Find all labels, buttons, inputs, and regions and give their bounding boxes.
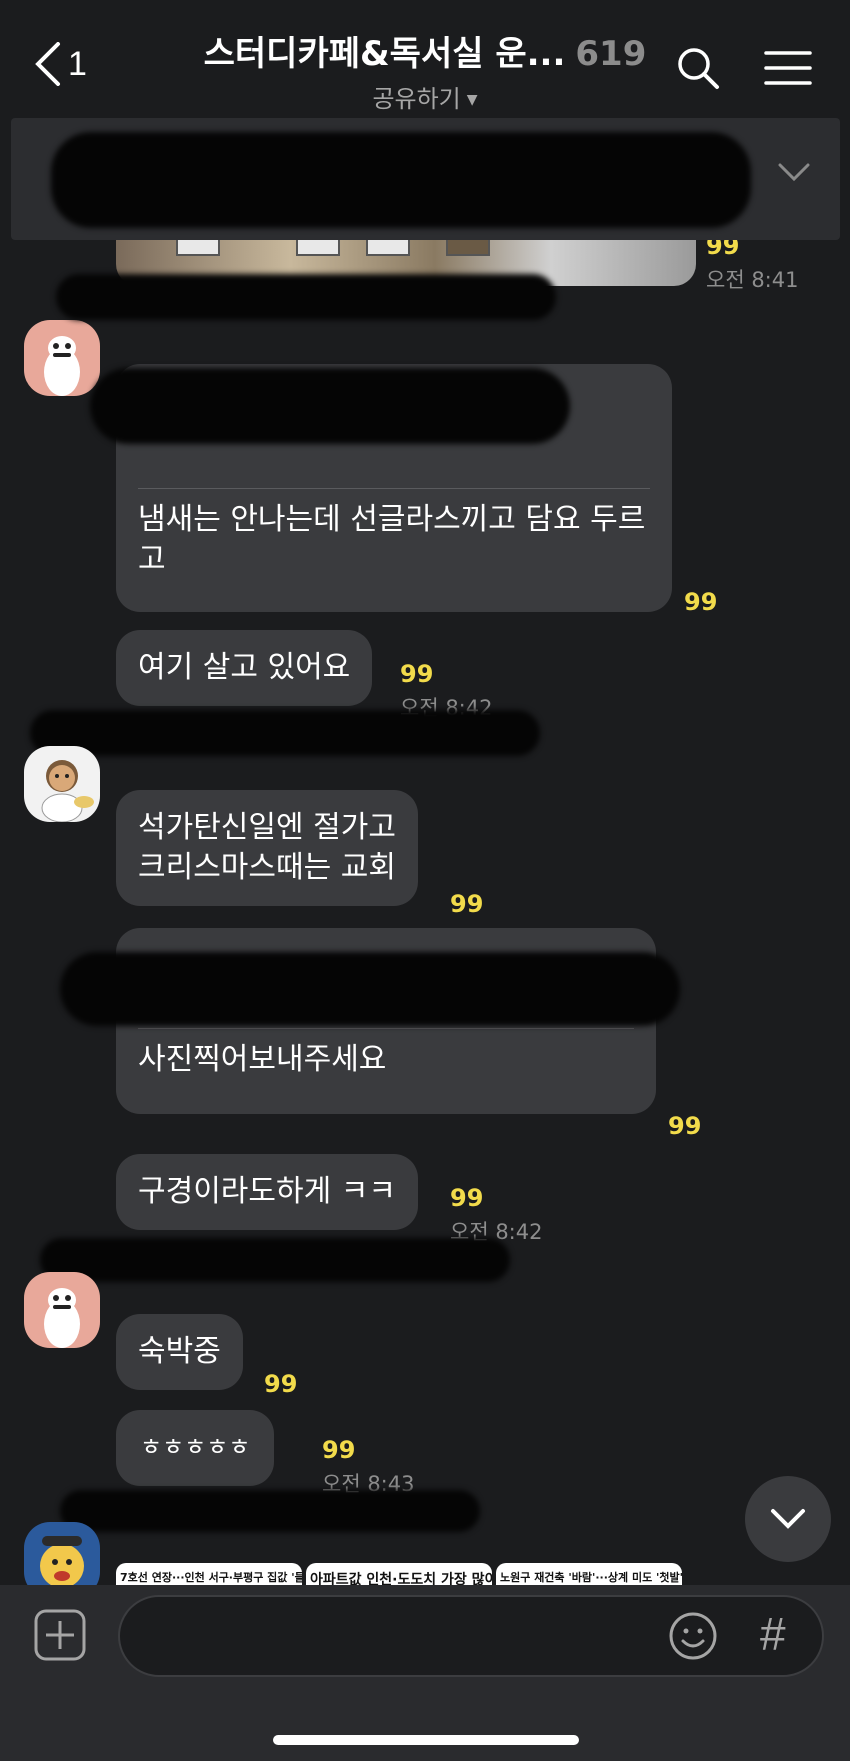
caret-down-icon: ▼: [466, 92, 478, 108]
share-dropdown[interactable]: 공유하기 ▼: [200, 79, 650, 114]
read-count: 99: [450, 1184, 484, 1212]
message-text: ㅎㅎㅎㅎㅎ: [140, 1433, 251, 1461]
scroll-to-bottom-button[interactable]: [745, 1476, 831, 1562]
redacted-reply-quote: [90, 368, 570, 444]
message-text: 사진찍어보내주세요: [138, 1042, 387, 1077]
avatar[interactable]: [24, 320, 100, 396]
message-text: 구경이라도하게 ㅋㅋ: [138, 1174, 396, 1209]
read-count: 99: [706, 240, 740, 260]
redacted-notice: [51, 132, 751, 228]
redacted-sender-name: [60, 1490, 480, 1532]
member-count: 619: [575, 34, 647, 74]
avatar[interactable]: [24, 1522, 100, 1585]
chat-bubble[interactable]: 석가탄신일엔 절가고 크리스마스때는 교회: [116, 790, 418, 906]
home-indicator[interactable]: [273, 1735, 579, 1745]
profile-character-icon: [44, 1288, 80, 1348]
read-count: 99: [264, 1370, 298, 1398]
avatar[interactable]: [24, 746, 100, 822]
message-text: 여기 살고 있어요: [138, 650, 351, 685]
news-thumbnail[interactable]: 7호선 연장···인천 서구·부평구 집값 '들썩': [116, 1563, 302, 1585]
read-count: 99: [684, 588, 718, 616]
redacted-sender-name: [40, 1238, 510, 1282]
message-input[interactable]: [118, 1595, 824, 1677]
chat-title: 스터디카페&독서실 운...: [203, 34, 566, 74]
news-thumbnail[interactable]: 아파트값 인천·도도치 가장 많이: [306, 1563, 492, 1585]
profile-character-icon: [44, 336, 80, 396]
chat-feed[interactable]: 99 오전 8:41 냄새는 안나는데 선글라스끼고 담요 두르고 99 여기 …: [0, 240, 850, 1585]
chat-header: 1 스터디카페&독서실 운... 619 공유하기 ▼: [0, 0, 850, 118]
message-text: 냄새는 안나는데 선글라스끼고 담요 두르고: [138, 502, 646, 577]
share-label: 공유하기: [372, 85, 461, 113]
avatar[interactable]: [24, 1272, 100, 1348]
chat-bubble[interactable]: 구경이라도하게 ㅋㅋ: [116, 1154, 418, 1230]
hashtag-button[interactable]: #: [760, 1607, 786, 1661]
chevron-down-icon[interactable]: [778, 162, 810, 182]
redacted-sender-name: [56, 274, 556, 320]
chevron-left-icon: [35, 42, 60, 86]
unread-count: 1: [68, 44, 87, 83]
notice-banner[interactable]: [11, 118, 840, 240]
read-count: 99: [400, 660, 434, 688]
read-count: 99: [450, 890, 484, 918]
composer-bar: #: [0, 1585, 850, 1761]
message-time: 오전 8:41: [706, 268, 799, 292]
search-icon[interactable]: [676, 46, 720, 90]
chevron-down-icon: [771, 1509, 805, 1529]
read-count: 99: [322, 1436, 356, 1464]
menu-icon[interactable]: [764, 50, 812, 86]
profile-character-icon: [40, 1536, 84, 1585]
message-text: 숙박중: [138, 1334, 221, 1369]
chat-title-area[interactable]: 스터디카페&독서실 운... 619 공유하기 ▼: [200, 26, 650, 114]
link-thumbnails: 7호선 연장···인천 서구·부평구 집값 '들썩' 아파트값 인천·도도치 가…: [116, 1563, 682, 1585]
back-button[interactable]: 1: [34, 42, 87, 86]
news-thumbnail[interactable]: 노원구 재건축 '바람'···상계 미도 '첫발' 뗐: [496, 1563, 682, 1585]
redacted-reply-quote: [60, 952, 680, 1026]
redacted-sender-name: [30, 710, 540, 756]
emoji-icon[interactable]: [668, 1611, 718, 1661]
chat-bubble[interactable]: ㅎㅎㅎㅎㅎ: [116, 1410, 275, 1486]
profile-character-icon: [41, 760, 94, 822]
chat-bubble[interactable]: 숙박중: [116, 1314, 243, 1390]
plus-icon[interactable]: [34, 1609, 86, 1661]
chat-bubble[interactable]: 여기 살고 있어요: [116, 630, 373, 706]
message-text: 석가탄신일엔 절가고 크리스마스때는 교회: [138, 810, 396, 885]
read-count: 99: [668, 1112, 702, 1140]
